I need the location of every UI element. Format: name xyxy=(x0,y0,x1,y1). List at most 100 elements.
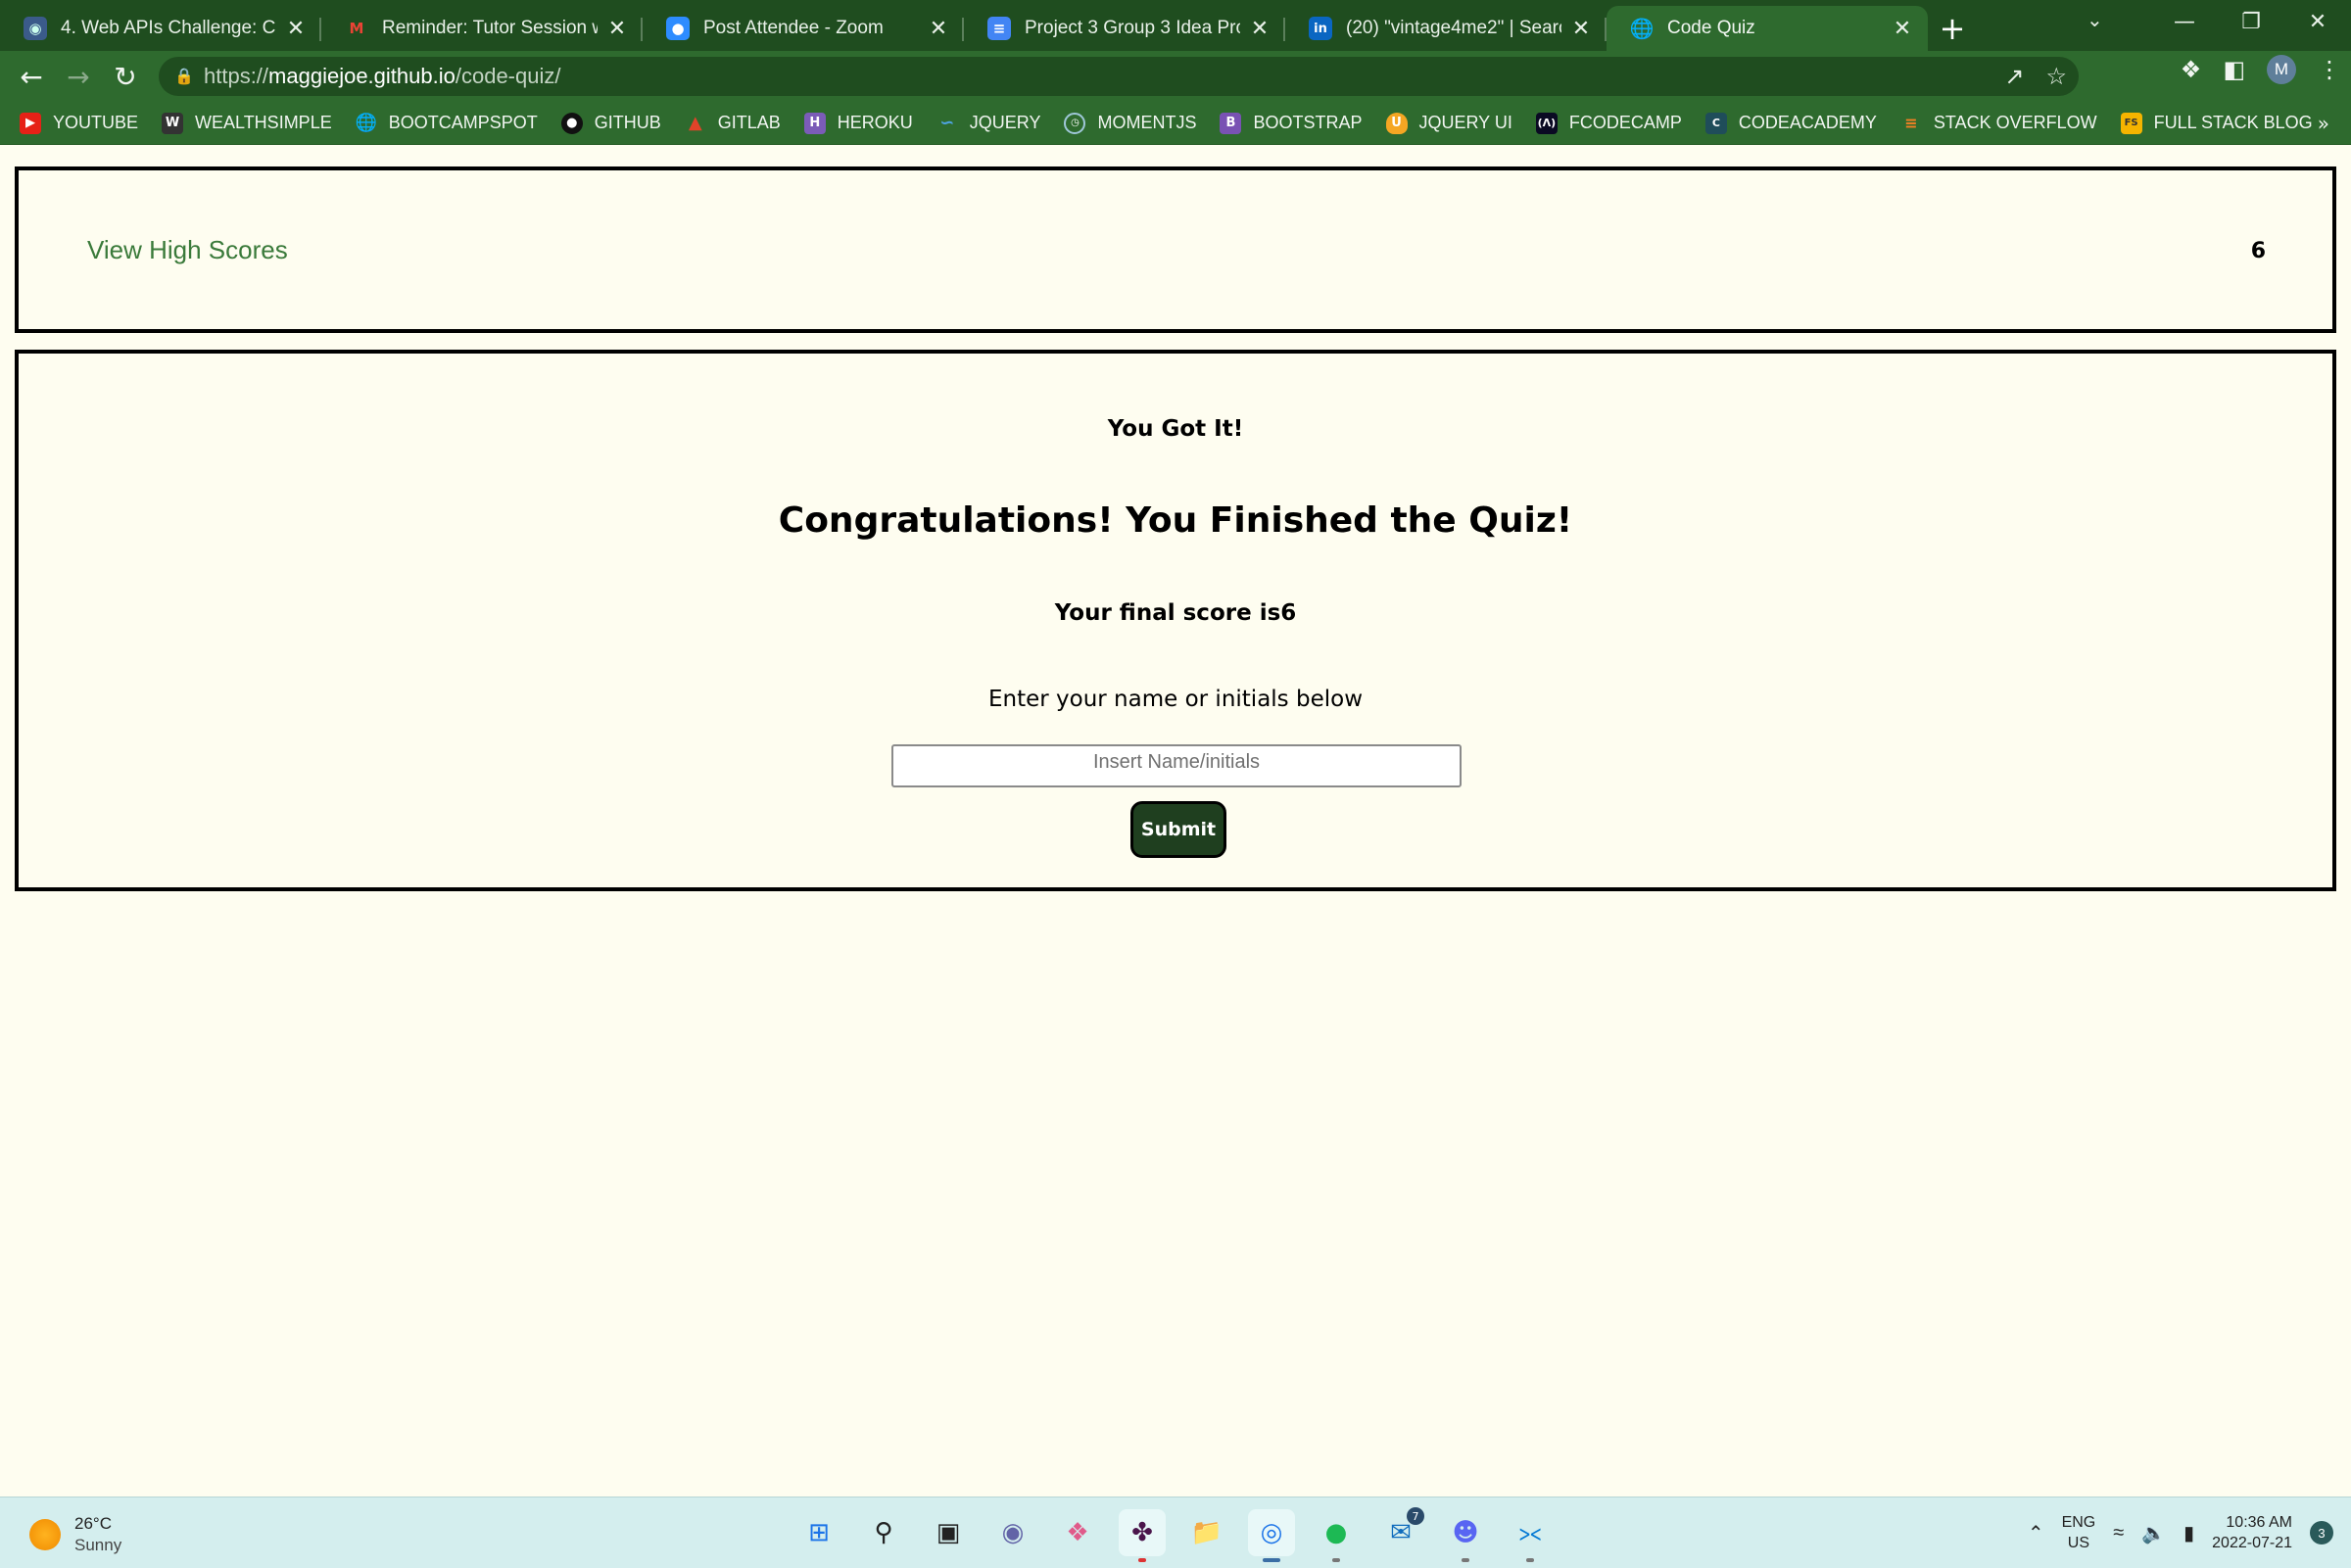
reload-icon[interactable]: ↻ xyxy=(102,53,149,100)
back-arrow-icon[interactable]: ← xyxy=(8,53,55,100)
tab-strip: ◉ 4. Web APIs Challenge: Code ✕ M Remind… xyxy=(0,0,2351,51)
lang-code: ENG xyxy=(2061,1514,2096,1531)
bookmark-wealthsimple[interactable]: W WEALTHSIMPLE xyxy=(162,112,332,134)
view-high-scores-link[interactable]: View High Scores xyxy=(87,235,288,265)
tab-search-chevron-icon[interactable]: ⌄ xyxy=(2087,8,2103,31)
tab-linkedin-search[interactable]: in (20) "vintage4me2" | Search | ✕ xyxy=(1285,6,1607,51)
volume-icon[interactable]: 🔈 xyxy=(2141,1521,2166,1545)
tab-title: Reminder: Tutor Session with xyxy=(382,18,598,38)
bookmark-momentjs[interactable]: ◷ MOMENTJS xyxy=(1064,112,1196,134)
jquery-ui-icon: U xyxy=(1385,112,1408,134)
bookmark-bootcampspot[interactable]: 🌐 BOOTCAMPSPOT xyxy=(356,113,538,134)
menu-kebab-icon[interactable]: ⋮ xyxy=(2318,56,2341,83)
system-tray: ⌃ ENG US ≈ 🔈 ▮ 10:36 AM 2022-07-21 3 xyxy=(2028,1509,2333,1556)
minimize-icon[interactable]: — xyxy=(2151,0,2218,43)
teams-chat-icon[interactable]: ◉ xyxy=(989,1509,1036,1556)
bookmark-youtube[interactable]: ▶ YOUTUBE xyxy=(20,112,139,134)
clock-time: 10:36 AM xyxy=(2226,1514,2292,1531)
discord-icon[interactable]: ☻ xyxy=(1442,1509,1489,1562)
taskbar-apps: ⊞ ⚲ ▣ ◉ ❖ ✤ 📁 ◎ ● ✉ 7 ☻ ⪥ xyxy=(795,1507,1554,1562)
linkedin-icon: in xyxy=(1309,17,1332,40)
outlook-badge: 7 xyxy=(1407,1507,1424,1525)
tab-zoom[interactable]: ● Post Attendee - Zoom ✕ xyxy=(643,6,964,51)
forward-arrow-icon[interactable]: → xyxy=(55,53,102,100)
bookmark-label: FULL STACK BLOG xyxy=(2153,113,2313,132)
bookmark-jquery[interactable]: ∽ JQUERY xyxy=(936,113,1041,134)
url-path: /code-quiz/ xyxy=(455,64,561,88)
chrome-icon[interactable]: ◎ xyxy=(1248,1509,1295,1562)
tab-web-apis-challenge[interactable]: ◉ 4. Web APIs Challenge: Code ✕ xyxy=(0,6,321,51)
fullstack-icon: FS xyxy=(2120,112,2142,134)
close-icon[interactable]: ✕ xyxy=(1248,16,1271,41)
chevron-up-icon[interactable]: ⌃ xyxy=(2028,1521,2044,1545)
bookmark-codeacademy[interactable]: C CODEACADEMY xyxy=(1704,112,1877,134)
address-bar[interactable]: 🔒 https://maggiejoe.github.io/code-quiz/… xyxy=(159,57,2079,96)
tab-title: Post Attendee - Zoom xyxy=(703,18,884,38)
wifi-icon[interactable]: ≈ xyxy=(2113,1522,2124,1544)
weather-temperature: 26°C xyxy=(74,1514,112,1533)
tab-title: (20) "vintage4me2" | Search | xyxy=(1346,18,1561,38)
bookmark-gitlab[interactable]: ▲ GITLAB xyxy=(685,113,781,134)
close-icon[interactable]: ✕ xyxy=(605,16,629,41)
freecodecamp-icon: (Λ) xyxy=(1535,112,1558,134)
new-tab-plus-icon[interactable]: + xyxy=(1928,6,1977,51)
bookmark-label: JQUERY xyxy=(969,113,1041,132)
close-icon[interactable]: ✕ xyxy=(284,16,308,41)
clock[interactable]: 10:36 AM 2022-07-21 xyxy=(2212,1512,2292,1553)
bookmark-star-icon[interactable]: ☆ xyxy=(2045,63,2067,91)
tab-code-quiz[interactable]: 🌐 Code Quiz ✕ xyxy=(1607,6,1928,51)
language-indicator[interactable]: ENG US xyxy=(2062,1512,2096,1553)
tab-gmail-reminder[interactable]: M Reminder: Tutor Session with ✕ xyxy=(321,6,643,51)
bookmark-heroku[interactable]: H HEROKU xyxy=(803,112,913,134)
side-panel-icon[interactable]: ◧ xyxy=(2223,56,2245,83)
file-explorer-icon[interactable]: 📁 xyxy=(1183,1509,1230,1556)
close-icon[interactable]: ✕ xyxy=(1569,16,1593,41)
close-icon[interactable]: ✕ xyxy=(1891,16,1914,41)
bookmark-full-stack-blog[interactable]: FS FULL STACK BLOG xyxy=(2120,112,2313,134)
bookmark-label: YOUTUBE xyxy=(53,113,139,132)
windows-start-icon[interactable]: ⊞ xyxy=(795,1509,842,1556)
gitlab-icon: ▲ xyxy=(688,113,702,133)
initials-instructions: Enter your name or initials below xyxy=(987,687,1363,712)
pinned-app-icon[interactable]: ❖ xyxy=(1054,1509,1101,1556)
close-window-icon[interactable]: ✕ xyxy=(2284,0,2351,43)
toolbar: ← → ↻ 🔒 https://maggiejoe.github.io/code… xyxy=(0,51,2351,102)
codecademy-icon: C xyxy=(1704,112,1727,134)
battery-icon[interactable]: ▮ xyxy=(2183,1521,2194,1545)
initials-input[interactable] xyxy=(891,744,1462,787)
outlook-icon[interactable]: ✉ 7 xyxy=(1377,1507,1424,1556)
sun-icon xyxy=(29,1519,61,1550)
url-host: maggiejoe.github.io xyxy=(268,64,456,88)
bookmark-github[interactable]: ● GITHUB xyxy=(560,112,661,134)
slack-icon[interactable]: ✤ xyxy=(1119,1509,1166,1562)
bookmark-bootstrap[interactable]: B BOOTSTRAP xyxy=(1220,112,1363,134)
share-icon[interactable]: ↗ xyxy=(2004,63,2024,91)
quiz-complete-panel: You Got It! Congratulations! You Finishe… xyxy=(15,350,2336,891)
notification-badge[interactable]: 3 xyxy=(2310,1521,2333,1544)
bookmark-stack-overflow[interactable]: ≡ STACK OVERFLOW xyxy=(1900,113,2096,134)
weather-widget[interactable]: 26°C Sunny xyxy=(29,1513,121,1556)
bookmark-fcodecamp[interactable]: (Λ) FCODECAMP xyxy=(1535,112,1682,134)
search-icon[interactable]: ⚲ xyxy=(860,1509,907,1556)
google-docs-icon: ≡ xyxy=(987,17,1011,40)
profile-avatar[interactable]: M xyxy=(2267,55,2296,84)
task-view-icon[interactable]: ▣ xyxy=(925,1509,972,1556)
jquery-icon: ∽ xyxy=(939,113,955,133)
submit-button[interactable]: Submit xyxy=(1130,801,1226,858)
extensions-puzzle-icon[interactable]: ❖ xyxy=(2181,56,2202,83)
vscode-icon[interactable]: ⪥ xyxy=(1507,1509,1554,1562)
bookmark-label: BOOTSTRAP xyxy=(1253,113,1363,132)
bookmarks-overflow-icon[interactable]: » xyxy=(2318,112,2329,135)
bookmark-label: JQUERY UI xyxy=(1418,113,1512,132)
bookmark-jquery-ui[interactable]: U JQUERY UI xyxy=(1385,112,1512,134)
globe-icon: 🌐 xyxy=(355,113,377,133)
lock-icon[interactable]: 🔒 xyxy=(174,67,204,86)
bootstrap-icon: B xyxy=(1220,112,1242,134)
restore-icon[interactable]: ❐ xyxy=(2218,0,2284,43)
spotify-icon[interactable]: ● xyxy=(1313,1509,1360,1562)
running-indicator xyxy=(1138,1558,1146,1562)
bookmark-label: GITLAB xyxy=(717,113,781,132)
heroku-icon: H xyxy=(803,112,826,134)
close-icon[interactable]: ✕ xyxy=(927,16,950,41)
tab-project-3[interactable]: ≡ Project 3 Group 3 Idea Propo ✕ xyxy=(964,6,1285,51)
